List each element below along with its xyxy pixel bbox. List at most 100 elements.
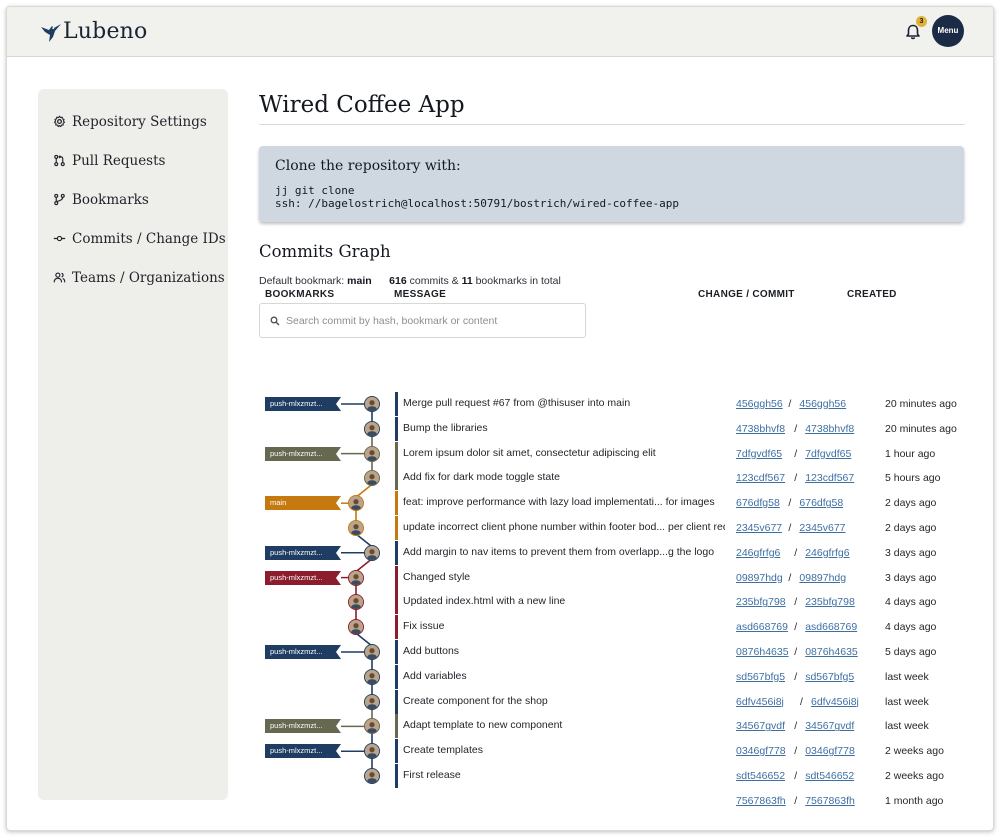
- commit-created: last week: [885, 720, 929, 733]
- sidebar-item-pull-requests[interactable]: Pull Requests: [38, 141, 228, 180]
- change-id-link[interactable]: 123cdf567: [736, 472, 785, 484]
- commit-message[interactable]: Bump the libraries: [403, 422, 725, 434]
- commit-created: 4 days ago: [885, 621, 937, 634]
- commit-message[interactable]: Create component for the shop: [403, 695, 725, 707]
- bookmark-tag[interactable]: push-mlxzmzt...: [265, 570, 341, 585]
- commit-row[interactable]: update incorrect client phone number wit…: [7, 516, 993, 540]
- commit-hash-link[interactable]: 7567863fh: [805, 795, 855, 807]
- commit-row[interactable]: Updated index.html with a new line 235bfg…: [7, 590, 993, 615]
- commit-row[interactable]: push-mlxzmzt... Add margin to nav items …: [7, 540, 993, 565]
- commit-hash-link[interactable]: 6dfv456i8j: [811, 696, 859, 708]
- change-id-link[interactable]: 4738bhvf8: [736, 423, 785, 435]
- commit-row[interactable]: Fix issue asd668769 / asd668769 4 days ago: [7, 615, 993, 640]
- author-avatar: [364, 718, 380, 735]
- change-id-link[interactable]: 09897hdg: [736, 572, 783, 584]
- commit-hash-link[interactable]: 0876h4635: [805, 646, 858, 658]
- commit-search-input[interactable]: [286, 314, 566, 327]
- commit-row[interactable]: main feat: improve performance with lazy…: [7, 491, 993, 516]
- bookmark-tag[interactable]: push-mlxzmzt...: [265, 744, 341, 759]
- bookmark-tag[interactable]: push-mlxzmzt...: [265, 545, 341, 560]
- menu-button[interactable]: Menu: [932, 15, 964, 47]
- commit-hash-link[interactable]: 456ggh56: [799, 398, 846, 410]
- commit-message[interactable]: Add buttons: [403, 645, 725, 657]
- change-id-link[interactable]: sdt546652: [736, 770, 785, 782]
- change-id-link[interactable]: 246gfrfg6: [736, 547, 780, 559]
- commit-row[interactable]: push-mlxzmzt... Merge pull request #67 f…: [7, 392, 993, 416]
- sidebar-item-bookmarks[interactable]: Bookmarks: [38, 180, 228, 219]
- commit-message[interactable]: Adapt template to new component: [403, 719, 725, 731]
- commit-message[interactable]: Merge pull request #67 from @thisuser in…: [403, 397, 725, 409]
- change-id-link[interactable]: 0346gf778: [736, 745, 786, 757]
- bookmark-tag[interactable]: push-mlxzmzt...: [265, 446, 341, 461]
- commit-hash-link[interactable]: 246gfrfg6: [805, 547, 849, 559]
- commit-row[interactable]: push-mlxzmzt... Create templates 0346gf77…: [7, 739, 993, 764]
- commit-message[interactable]: update incorrect client phone number wit…: [403, 521, 725, 533]
- change-id-link[interactable]: 6dfv456i8j: [736, 696, 784, 708]
- commit-message[interactable]: Add variables: [403, 670, 725, 682]
- change-id-link[interactable]: 0876h4635: [736, 646, 789, 658]
- commit-hash-link[interactable]: 4738bhvf8: [805, 423, 854, 435]
- commit-message[interactable]: Updated index.html with a new line: [403, 595, 725, 607]
- sidebar-item-repository-settings[interactable]: Repository Settings: [38, 102, 228, 141]
- commit-row[interactable]: push-mlxzmzt... Adapt template to new co…: [7, 714, 993, 739]
- commit-row[interactable]: Add fix for dark mode toggle state 123cdf…: [7, 466, 993, 491]
- commit-hash-link[interactable]: 34567gvdf: [805, 720, 854, 732]
- bookmark-tag[interactable]: main: [265, 496, 341, 511]
- commit-row[interactable]: push-mlxzmzt... Add buttons 0876h4635 / 087…: [7, 640, 993, 664]
- commit-row[interactable]: 7567863fh / 7567863fh 1 month ago: [7, 789, 993, 813]
- bookmark-tag[interactable]: push-mlxzmzt...: [265, 397, 341, 411]
- commit-hash-link[interactable]: 235bfg798: [805, 596, 855, 608]
- commit-row[interactable]: push-mlxzmzt... Changed style 09897hdg / 09…: [7, 565, 993, 590]
- sidebar-item-teams[interactable]: Teams / Organizations: [38, 258, 228, 297]
- commit-hash-link[interactable]: 0346gf778: [805, 745, 855, 757]
- commit-message[interactable]: Create templates: [403, 744, 725, 756]
- commit-hash-link[interactable]: asd668769: [805, 621, 857, 633]
- change-id-link[interactable]: sd567bfg5: [736, 671, 785, 683]
- change-id-link[interactable]: 2345v677: [736, 522, 782, 534]
- clone-command[interactable]: jj git clone ssh: //bagelostrich@localho…: [275, 184, 948, 210]
- lane-marker: [395, 491, 398, 516]
- commit-message[interactable]: Add margin to nav items to prevent them …: [403, 546, 725, 558]
- change-id-link[interactable]: 235bfg798: [736, 596, 786, 608]
- logo[interactable]: Lubeno: [40, 19, 148, 44]
- commit-hash-link[interactable]: 123cdf567: [805, 472, 854, 484]
- commit-message[interactable]: Lorem ipsum dolor sit amet, consectetur …: [403, 447, 725, 459]
- commit-hash-link[interactable]: sdt546652: [805, 770, 854, 782]
- commit-hash-link[interactable]: 676dfg58: [799, 497, 843, 509]
- commit-row[interactable]: Bump the libraries 4738bhvf8 / 4738bhvf8 20 …: [7, 416, 993, 441]
- change-id-link[interactable]: 456ggh56: [736, 398, 783, 410]
- commit-row[interactable]: push-mlxzmzt... Lorem ipsum dolor sit am…: [7, 441, 993, 466]
- lane-marker: [395, 441, 398, 466]
- change-id-link[interactable]: 7567863fh: [736, 795, 786, 807]
- commit-count: 616: [389, 275, 407, 287]
- commit-hash-link[interactable]: 09897hdg: [799, 572, 846, 584]
- lane-marker: [395, 615, 398, 640]
- avatar-person-icon: [349, 521, 363, 535]
- lane-marker: [395, 540, 398, 565]
- commit-hash-link[interactable]: sd567bfg5: [805, 671, 854, 683]
- commit-message[interactable]: Add fix for dark mode toggle state: [403, 471, 725, 483]
- change-id-link[interactable]: asd668769: [736, 621, 788, 633]
- commit-message[interactable]: Changed style: [403, 571, 725, 583]
- commit-row[interactable]: Add variables sd567bfg5 / sd567bfg5 last wee…: [7, 664, 993, 689]
- commit-created: last week: [885, 670, 929, 683]
- bookmark-tag[interactable]: push-mlxzmzt...: [265, 645, 341, 659]
- commit-search-box[interactable]: [259, 303, 586, 338]
- change-id-link[interactable]: 676dfg58: [736, 497, 780, 509]
- commit-row[interactable]: First release sdt546652 / sdt546652 2 weeks …: [7, 764, 993, 788]
- change-id-link[interactable]: 7dfgvdf65: [736, 448, 782, 460]
- change-id-link[interactable]: 34567gvdf: [736, 720, 785, 732]
- bookmark-tag[interactable]: push-mlxzmzt...: [265, 719, 341, 734]
- sidebar-item-commits[interactable]: Commits / Change IDs: [38, 219, 228, 258]
- commit-hash-link[interactable]: 2345v677: [799, 522, 845, 534]
- avatar-person-icon: [365, 694, 379, 709]
- gear-icon: [53, 115, 66, 128]
- commit-message[interactable]: Fix issue: [403, 620, 725, 632]
- commit-row[interactable]: Create component for the shop 6dfv456i8j /…: [7, 689, 993, 714]
- commits-graph-title: Commits Graph: [259, 242, 391, 261]
- commit-message[interactable]: First release: [403, 769, 725, 781]
- commit-message[interactable]: feat: improve performance with lazy load…: [403, 496, 725, 508]
- avatar-person-icon: [365, 769, 379, 783]
- avatar-person-icon: [365, 545, 379, 560]
- commit-hash-link[interactable]: 7dfgvdf65: [805, 448, 851, 460]
